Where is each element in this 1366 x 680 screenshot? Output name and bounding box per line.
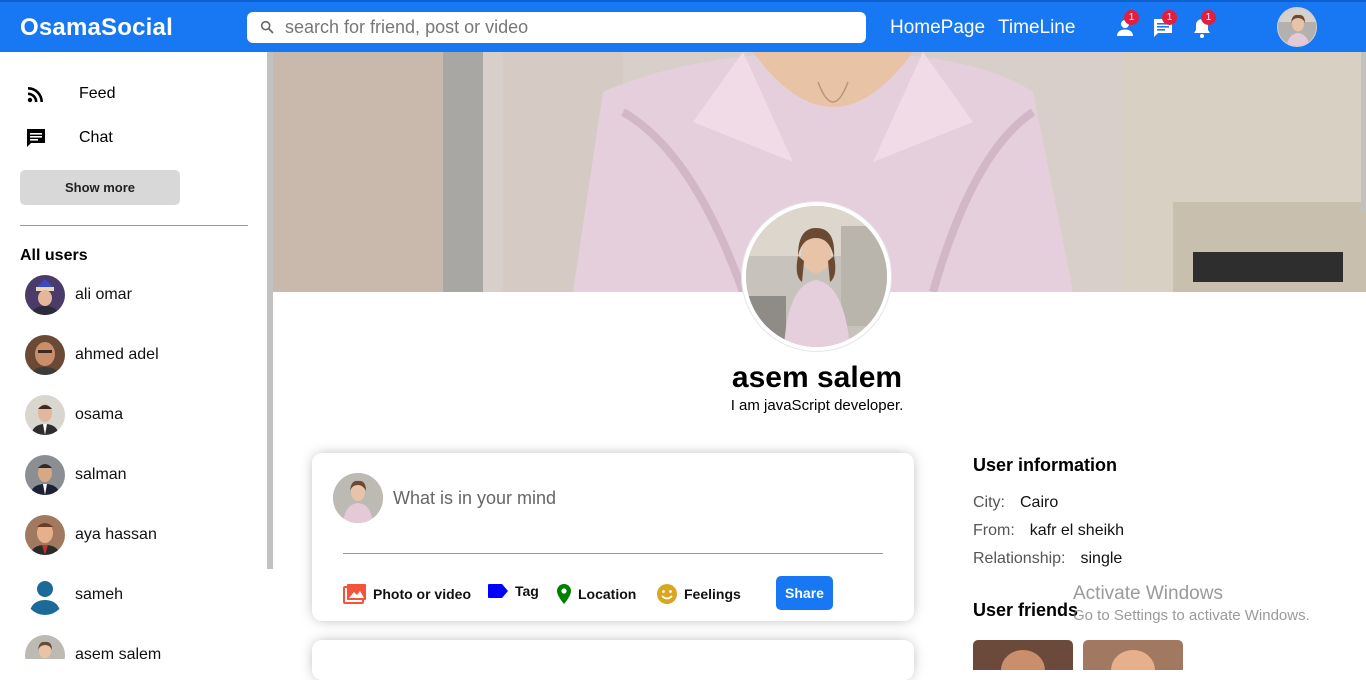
- info-key: City:: [973, 494, 1005, 511]
- user-name: asem salem: [75, 646, 162, 659]
- sidebar-item-chat[interactable]: Chat: [24, 126, 113, 150]
- sidebar: Feed Chat Show more All users ali omar a…: [0, 52, 274, 659]
- profile-picture[interactable]: [742, 202, 891, 351]
- notifications-button[interactable]: 1: [1190, 10, 1216, 40]
- top-bar: OsamaSocial HomePage TimeLine 1 1 1: [0, 0, 1366, 52]
- user-list-item[interactable]: sameh: [25, 575, 123, 615]
- avatar: [25, 575, 65, 615]
- option-label: Photo or video: [373, 586, 471, 602]
- user-list-item[interactable]: aya hassan: [25, 515, 157, 555]
- avatar-photo: [1278, 8, 1316, 46]
- avatar: [25, 635, 65, 659]
- info-row-relationship: Relationship: single: [973, 550, 1122, 568]
- search-input[interactable]: [285, 12, 855, 43]
- photo-icon: [343, 584, 366, 604]
- photo-or-video-option[interactable]: Photo or video: [343, 583, 471, 605]
- search-icon: [260, 20, 274, 34]
- show-more-button[interactable]: Show more: [20, 170, 180, 205]
- sidebar-item-feed[interactable]: Feed: [24, 82, 115, 106]
- user-name: aya hassan: [75, 526, 157, 543]
- location-option[interactable]: Location: [556, 583, 636, 605]
- user-name: sameh: [75, 586, 124, 603]
- friend-requests-button[interactable]: 1: [1113, 10, 1139, 40]
- profile-description: I am javaScript developer.: [730, 397, 904, 414]
- info-row-from: From: kafr el sheikh: [973, 522, 1124, 540]
- feelings-option[interactable]: Feelings: [656, 583, 741, 605]
- sidebar-item-label: Feed: [79, 85, 116, 102]
- share-post-card: Photo or video Tag Location Feelings Sha…: [312, 453, 914, 621]
- search-bar[interactable]: [247, 12, 866, 43]
- share-button[interactable]: Share: [776, 576, 833, 610]
- profile-photo: [746, 206, 887, 347]
- all-users-heading: All users: [20, 247, 88, 264]
- nav-links: HomePage TimeLine: [890, 17, 1083, 39]
- tag-option[interactable]: Tag: [487, 583, 539, 599]
- activate-windows-subtitle: Go to Settings to activate Windows.: [1073, 607, 1310, 624]
- info-key: Relationship:: [973, 550, 1066, 567]
- avatar: [25, 275, 65, 315]
- messages-badge: 1: [1162, 10, 1177, 25]
- friend-requests-badge: 1: [1124, 10, 1139, 25]
- messages-button[interactable]: 1: [1151, 10, 1177, 40]
- info-value: Cairo: [1020, 494, 1059, 511]
- friend-thumbnail[interactable]: [1083, 640, 1183, 670]
- emoji-icon: [657, 584, 677, 604]
- post-card: [312, 640, 914, 680]
- user-list-item[interactable]: asem salem: [25, 635, 161, 659]
- nav-link-homepage[interactable]: HomePage: [890, 17, 985, 38]
- info-key: From:: [973, 522, 1015, 539]
- avatar: [25, 515, 65, 555]
- sidebar-item-label: Chat: [79, 129, 113, 146]
- location-icon: [557, 584, 571, 604]
- user-list-item[interactable]: salman: [25, 455, 127, 495]
- info-value: single: [1080, 550, 1123, 567]
- page-scrollbar[interactable]: [1361, 52, 1366, 212]
- rss-feed-icon: [27, 87, 43, 103]
- share-divider: [343, 553, 883, 554]
- avatar: [25, 455, 65, 495]
- profile-name: asem salem: [731, 361, 903, 394]
- activate-windows-title: Activate Windows: [1073, 583, 1223, 604]
- info-value: kafr el sheikh: [1029, 522, 1125, 539]
- option-label: Location: [578, 586, 637, 602]
- current-user-avatar[interactable]: [1277, 7, 1317, 47]
- chat-icon: [27, 129, 45, 147]
- user-friends-heading: User friends: [973, 600, 1079, 620]
- tag-icon: [488, 584, 508, 598]
- user-list-item[interactable]: ali omar: [25, 275, 132, 315]
- info-row-city: City: Cairo: [973, 494, 1058, 512]
- sidebar-divider: [20, 225, 248, 226]
- option-label: Feelings: [684, 586, 741, 602]
- user-name: ali omar: [75, 286, 132, 303]
- user-name: salman: [75, 466, 127, 483]
- notifications-badge: 1: [1201, 10, 1216, 25]
- user-information-heading: User information: [973, 455, 1118, 475]
- share-avatar: [333, 473, 383, 523]
- option-label: Tag: [515, 583, 539, 599]
- nav-link-timeline[interactable]: TimeLine: [998, 17, 1075, 38]
- app-logo[interactable]: OsamaSocial: [20, 14, 173, 42]
- friend-thumbnail[interactable]: [973, 640, 1073, 670]
- share-input[interactable]: [393, 485, 873, 511]
